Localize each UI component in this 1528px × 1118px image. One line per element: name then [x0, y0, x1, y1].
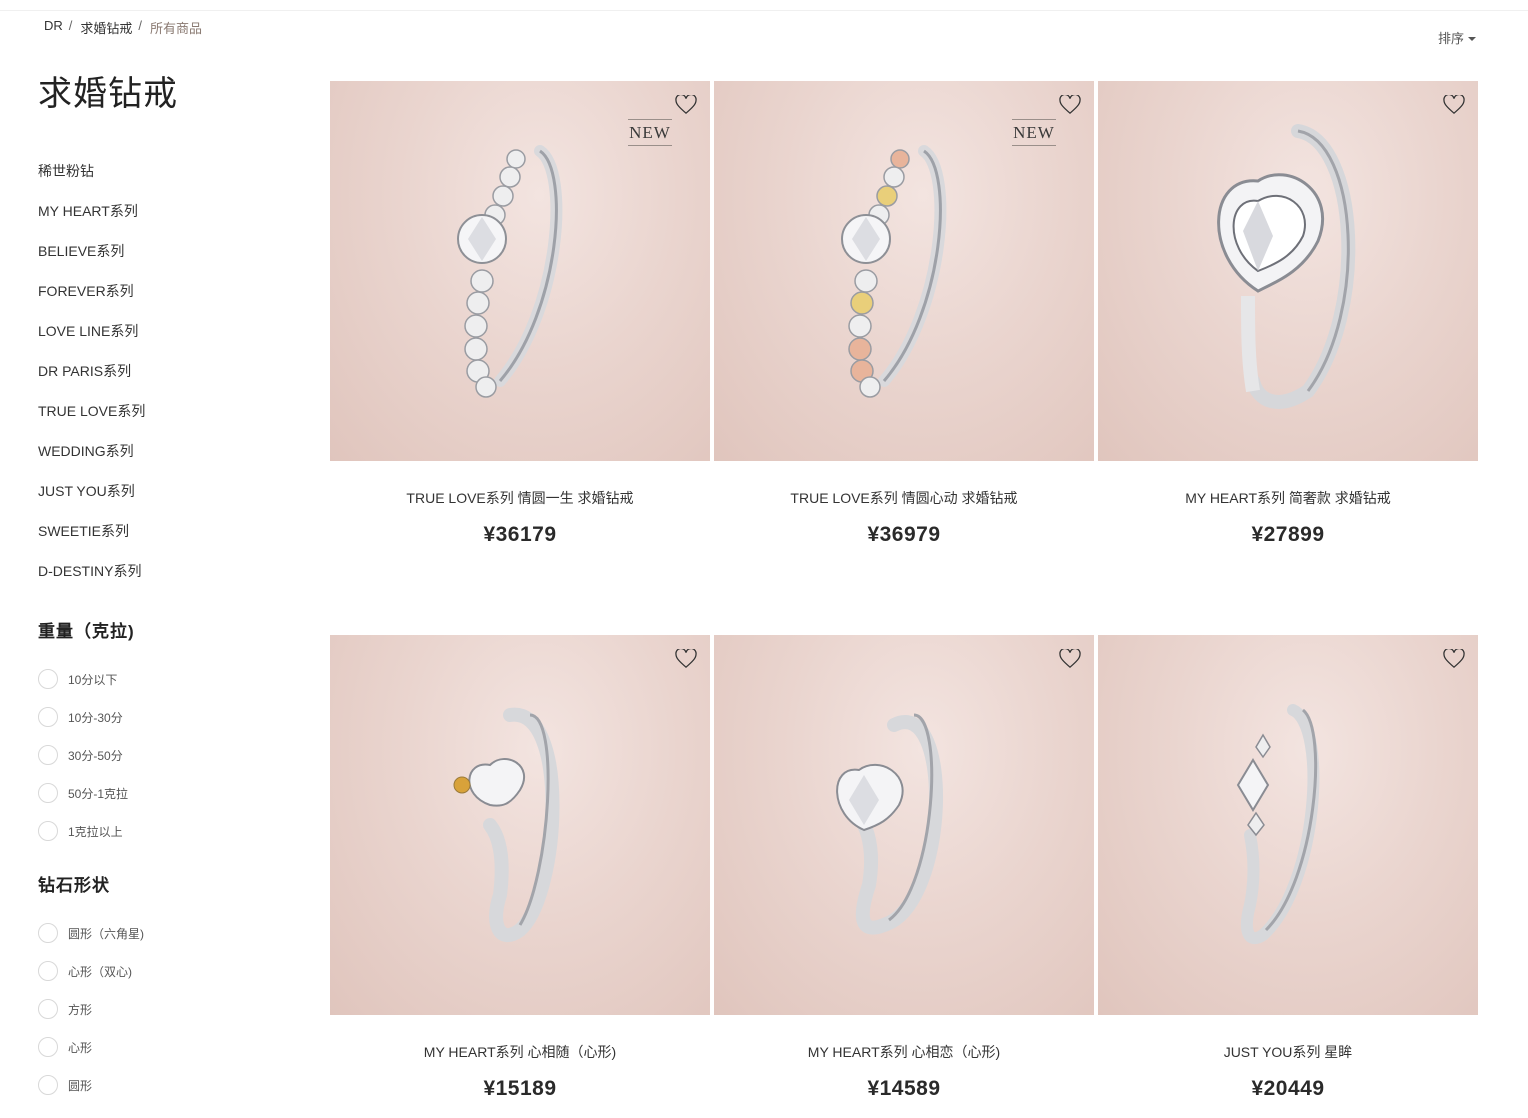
- heart-favorite-icon[interactable]: [675, 649, 697, 669]
- product-price: ¥14589: [867, 1077, 941, 1100]
- heart-favorite-icon[interactable]: [1059, 649, 1081, 669]
- shape-filter: 钻石形状 圆形（六角星) 心形（双心) 方形 心形 圆形: [38, 871, 144, 1104]
- option-label: 圆形（六角星): [68, 926, 144, 941]
- heart-favorite-icon[interactable]: [1443, 649, 1465, 669]
- heart-favorite-icon[interactable]: [1059, 95, 1081, 115]
- radio-button[interactable]: [38, 707, 58, 727]
- product-card[interactable]: MY HEART系列 心相恋（心形) ¥14589: [714, 635, 1094, 1101]
- breadcrumb-separator: /: [68, 18, 73, 33]
- shape-option[interactable]: 心形（双心): [38, 952, 144, 990]
- series-item[interactable]: SWEETIE系列: [38, 520, 145, 560]
- series-item[interactable]: D-DESTINY系列: [38, 560, 145, 600]
- option-label: 心形（双心): [68, 964, 132, 979]
- weight-filter-title: 重量（克拉): [38, 622, 135, 641]
- heart-ring-yellow-accent-icon: [453, 707, 560, 942]
- series-item[interactable]: DR PARIS系列: [38, 360, 145, 400]
- series-item[interactable]: JUST YOU系列: [38, 480, 145, 520]
- product-name[interactable]: MY HEART系列 心相随（心形): [330, 1042, 710, 1062]
- page-title: 求婚钻戒: [38, 75, 178, 113]
- weight-filter: 重量（克拉) 10分以下 10分-30分 30分-50分 50分-1克拉 1克拉…: [38, 617, 135, 850]
- product-price: ¥36979: [867, 523, 941, 546]
- product-name[interactable]: JUST YOU系列 星眸: [1098, 1042, 1478, 1062]
- heart-favorite-icon[interactable]: [675, 95, 697, 115]
- option-label: 心形: [68, 1040, 93, 1055]
- series-item[interactable]: TRUE LOVE系列: [38, 400, 145, 440]
- series-item[interactable]: 稀世粉钻: [38, 160, 145, 200]
- series-item[interactable]: FOREVER系列: [38, 280, 145, 320]
- weight-option[interactable]: 30分-50分: [38, 736, 135, 774]
- radio-button[interactable]: [38, 783, 58, 803]
- product-card[interactable]: NEW TRUE LOVE系列 情圆一生 求婚钻戒 ¥36179: [330, 81, 710, 547]
- radio-button[interactable]: [38, 669, 58, 689]
- option-label: 10分以下: [68, 672, 118, 687]
- breadcrumb-dr[interactable]: DR: [44, 18, 63, 37]
- option-label: 10分-30分: [68, 710, 123, 725]
- radio-button[interactable]: [38, 1075, 58, 1095]
- product-image[interactable]: [1098, 635, 1478, 1015]
- breadcrumb-proposal-rings[interactable]: 求婚钻戒: [80, 18, 132, 37]
- weight-option[interactable]: 10分以下: [38, 660, 135, 698]
- halo-heart-ring-icon: [1217, 124, 1356, 409]
- shape-option[interactable]: 圆形: [38, 1066, 144, 1104]
- option-label: 30分-50分: [68, 748, 123, 763]
- series-item[interactable]: MY HEART系列: [38, 200, 145, 240]
- series-item[interactable]: WEDDING系列: [38, 440, 145, 480]
- new-badge: NEW: [1012, 119, 1056, 146]
- top-divider: [0, 10, 1528, 11]
- option-label: 1克拉以上: [68, 824, 123, 839]
- shape-option[interactable]: 方形: [38, 990, 144, 1028]
- product-image[interactable]: NEW: [330, 81, 710, 461]
- product-price: ¥36179: [483, 523, 557, 546]
- heart-favorite-icon[interactable]: [1443, 95, 1465, 115]
- product-card[interactable]: NEW TRUE LOVE系列 情圆心动 求婚钻戒 ¥36979: [714, 81, 1094, 547]
- breadcrumb-separator: /: [138, 18, 143, 33]
- heart-solitaire-ring-icon: [836, 713, 944, 935]
- product-image[interactable]: [330, 635, 710, 1015]
- series-item[interactable]: LOVE LINE系列: [38, 320, 145, 360]
- product-image[interactable]: NEW: [714, 81, 1094, 461]
- sort-dropdown[interactable]: 排序: [1438, 28, 1477, 47]
- series-item[interactable]: BELIEVE系列: [38, 240, 145, 280]
- caret-down-icon: [1468, 36, 1477, 41]
- sort-label: 排序: [1438, 31, 1465, 46]
- option-label: 50分-1克拉: [68, 786, 129, 801]
- product-card[interactable]: MY HEART系列 简奢款 求婚钻戒 ¥27899: [1098, 81, 1478, 547]
- product-name[interactable]: MY HEART系列 简奢款 求婚钻戒: [1098, 488, 1478, 508]
- product-price: ¥27899: [1251, 523, 1325, 546]
- weight-option[interactable]: 10分-30分: [38, 698, 135, 736]
- shape-option[interactable]: 心形: [38, 1028, 144, 1066]
- radio-button[interactable]: [38, 961, 58, 981]
- product-card[interactable]: JUST YOU系列 星眸 ¥20449: [1098, 635, 1478, 1101]
- weight-option[interactable]: 1克拉以上: [38, 812, 135, 850]
- product-name[interactable]: MY HEART系列 心相恋（心形): [714, 1042, 1094, 1062]
- three-stone-ring-icon: [1236, 704, 1320, 945]
- radio-button[interactable]: [38, 821, 58, 841]
- product-image[interactable]: [1098, 81, 1478, 461]
- radio-button[interactable]: [38, 923, 58, 943]
- product-card[interactable]: MY HEART系列 心相随（心形) ¥15189: [330, 635, 710, 1101]
- option-label: 方形: [68, 1002, 93, 1017]
- radio-button[interactable]: [38, 999, 58, 1019]
- product-price: ¥20449: [1251, 1077, 1325, 1100]
- shape-filter-title: 钻石形状: [38, 876, 110, 895]
- product-price: ¥15189: [483, 1077, 557, 1100]
- radio-button[interactable]: [38, 745, 58, 765]
- radio-button[interactable]: [38, 1037, 58, 1057]
- weight-option[interactable]: 50分-1克拉: [38, 774, 135, 812]
- new-badge: NEW: [628, 119, 672, 146]
- product-name[interactable]: TRUE LOVE系列 情圆心动 求婚钻戒: [714, 488, 1094, 508]
- series-list: 稀世粉钻 MY HEART系列 BELIEVE系列 FOREVER系列 LOVE…: [38, 160, 145, 600]
- product-name[interactable]: TRUE LOVE系列 情圆一生 求婚钻戒: [330, 488, 710, 508]
- breadcrumb-current: 所有商品: [150, 21, 203, 36]
- product-image[interactable]: [714, 635, 1094, 1015]
- breadcrumb: DR / 求婚钻戒 / 所有商品: [44, 18, 202, 37]
- option-label: 圆形: [68, 1078, 93, 1093]
- shape-option[interactable]: 圆形（六角星): [38, 914, 144, 952]
